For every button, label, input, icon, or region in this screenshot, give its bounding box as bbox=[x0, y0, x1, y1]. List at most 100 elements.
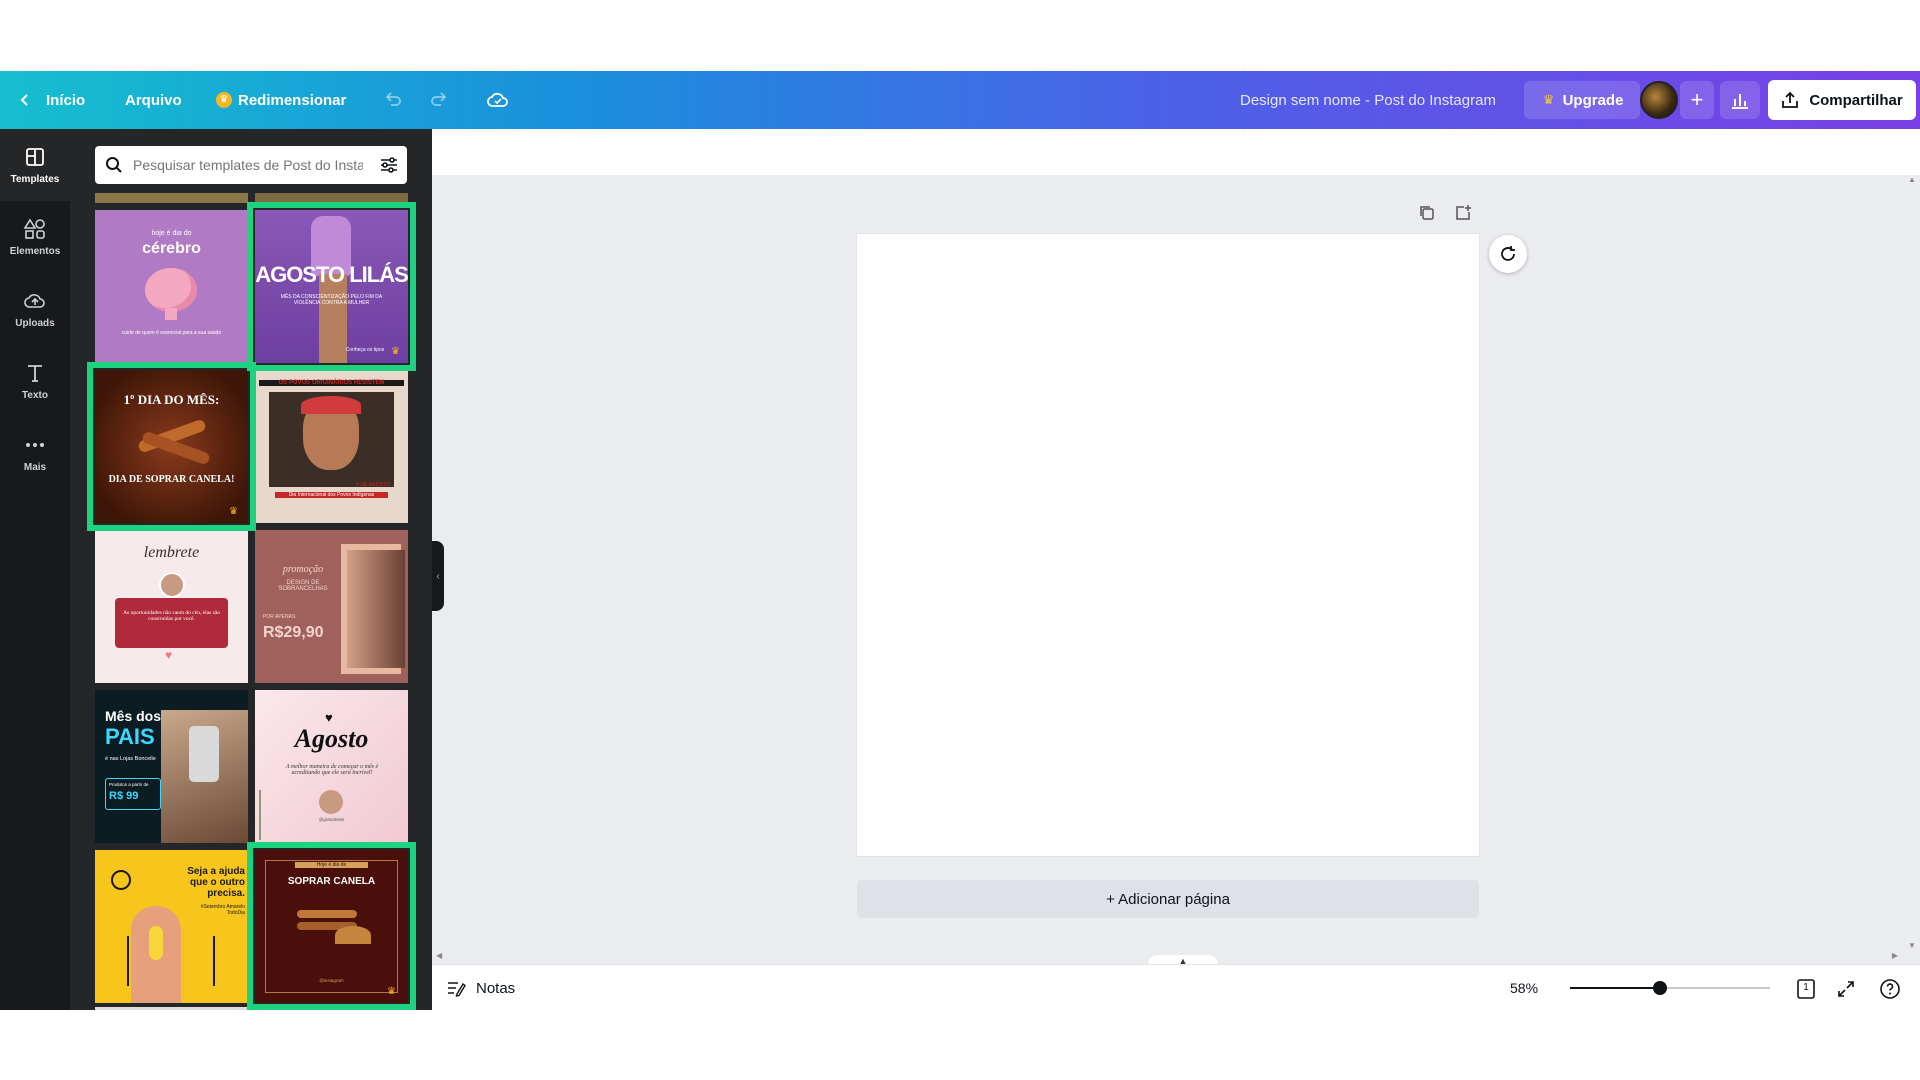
home-button[interactable]: Início bbox=[18, 71, 85, 129]
chevron-left-icon bbox=[18, 93, 32, 107]
resize-button[interactable]: ♛ Redimensionar bbox=[216, 71, 346, 129]
template-title: PAIS bbox=[105, 724, 155, 749]
undo-icon bbox=[385, 92, 401, 106]
page-count-button[interactable]: 1 bbox=[1794, 977, 1818, 1001]
branch-decoration bbox=[105, 936, 129, 986]
add-page-button[interactable]: + Adicionar página bbox=[857, 880, 1479, 918]
template-tile-cerebro[interactable]: hoje é dia do cérebro cuide de quem é es… bbox=[95, 210, 248, 363]
template-title: 1º DIA DO MÊS: bbox=[123, 392, 220, 407]
rail-item-text[interactable]: Texto bbox=[0, 345, 70, 417]
zoom-slider-handle[interactable] bbox=[1653, 981, 1667, 995]
home-label: Início bbox=[46, 91, 86, 109]
top-bar: Início Arquivo ♛ Redimensionar Design se… bbox=[0, 71, 1920, 129]
filter-icon[interactable] bbox=[379, 155, 399, 180]
avatar[interactable] bbox=[1640, 81, 1678, 119]
add-page-icon-button[interactable] bbox=[1454, 204, 1472, 227]
template-tile-lembrete[interactable]: lembrete As oportunidades não caem do cé… bbox=[95, 530, 248, 683]
duplicate-icon bbox=[1420, 206, 1434, 220]
template-subtitle: #Setembro Amarelo TodoDia bbox=[200, 904, 245, 916]
help-button[interactable] bbox=[1878, 977, 1902, 1001]
rail-label: Mais bbox=[23, 461, 47, 473]
cloud-check-icon bbox=[487, 92, 508, 107]
template-tile-soprar-canela[interactable]: Hoje é dia de SOPRAR CANELA @instagram ♛ bbox=[255, 850, 408, 1003]
duplicate-page-button[interactable] bbox=[1418, 204, 1436, 227]
avatar bbox=[159, 572, 185, 598]
rail-item-uploads[interactable]: Uploads bbox=[0, 273, 70, 345]
template-subtitle: DESIGN DE SOBRANCELHAS bbox=[278, 580, 328, 592]
template-tile-agosto-lilas[interactable]: AGOSTO LILÁS MÊS DA CONSCIENTIZAÇÃO PELO… bbox=[255, 210, 408, 363]
templates-panel: hoje é dia do cérebro cuide de quem é es… bbox=[70, 129, 432, 1010]
share-button[interactable]: Compartilhar bbox=[1768, 80, 1916, 120]
design-page[interactable] bbox=[857, 234, 1479, 856]
avatar bbox=[319, 790, 343, 814]
template-tile-partial[interactable] bbox=[95, 193, 248, 203]
template-footer: Dia Internacional dos Povos Indígenas bbox=[275, 492, 388, 498]
template-title: promoção bbox=[282, 564, 324, 575]
insights-button[interactable] bbox=[1720, 81, 1760, 119]
brain-illustration bbox=[145, 268, 197, 312]
template-tile-partial[interactable] bbox=[255, 1007, 408, 1010]
cloud-save-button[interactable] bbox=[486, 71, 510, 129]
file-label: Arquivo bbox=[125, 91, 182, 109]
file-menu-button[interactable]: Arquivo bbox=[125, 71, 182, 129]
plus-icon: + bbox=[1690, 87, 1704, 112]
comment-refresh-button[interactable] bbox=[1489, 235, 1527, 273]
message-card bbox=[115, 598, 228, 648]
share-label: Compartilhar bbox=[1809, 91, 1903, 109]
template-tile-povos[interactable]: OS POVOS ORIGINÁRIOS RESISTEM 9 DE AGOST… bbox=[255, 370, 408, 523]
template-footer: @instagram bbox=[319, 978, 344, 983]
notes-label: Notas bbox=[476, 979, 516, 997]
invite-plus-button[interactable]: + bbox=[1680, 81, 1714, 119]
template-body: A melhor maneira de começar o mês é acre… bbox=[285, 764, 379, 776]
template-footer: Conheça os tipos bbox=[345, 347, 385, 353]
fullscreen-button[interactable] bbox=[1834, 977, 1858, 1001]
bar-chart-icon bbox=[1732, 94, 1748, 109]
cinnamon-stick bbox=[297, 910, 357, 918]
template-search-input[interactable] bbox=[133, 157, 363, 173]
resize-label: Redimensionar bbox=[238, 91, 347, 109]
template-title: cérebro bbox=[142, 240, 201, 257]
template-tile-partial[interactable] bbox=[95, 1007, 248, 1010]
zoom-level[interactable]: 58% bbox=[1510, 965, 1538, 1010]
redo-button[interactable] bbox=[428, 71, 450, 129]
template-tile-partial[interactable] bbox=[255, 193, 408, 203]
collapse-panel-button[interactable]: ‹ bbox=[432, 541, 444, 611]
shapes-icon bbox=[23, 217, 45, 239]
chevron-left-icon: ‹ bbox=[436, 570, 440, 582]
bottom-bar: Notas 58% 1 bbox=[432, 964, 1920, 1010]
phone-illustration bbox=[189, 726, 219, 782]
search-icon bbox=[106, 157, 122, 173]
vertical-scrollbar[interactable]: ▲ ▼ bbox=[1902, 175, 1920, 950]
template-tile-promocao[interactable]: promoção DESIGN DE SOBRANCELHAS POR APEN… bbox=[255, 530, 408, 683]
design-title[interactable]: Design sem nome - Post do Instagram bbox=[1240, 71, 1496, 129]
template-title: Mês dos bbox=[105, 708, 162, 724]
portrait-face bbox=[347, 550, 405, 668]
template-tile-agosto[interactable]: ♥ Agosto A melhor maneira de começar o m… bbox=[255, 690, 408, 843]
ribbon-badge-icon bbox=[111, 870, 131, 890]
notes-button[interactable]: Notas bbox=[446, 965, 515, 1010]
template-title: lembrete bbox=[143, 544, 200, 561]
rail-item-elements[interactable]: Elementos bbox=[0, 201, 70, 273]
canvas-toolbar bbox=[432, 129, 1920, 175]
crown-icon: ♛ bbox=[387, 986, 396, 997]
rail-item-templates[interactable]: Templates bbox=[0, 129, 70, 201]
template-price: R$29,90 bbox=[263, 624, 324, 641]
template-price: R$ 99 bbox=[109, 790, 139, 802]
template-tile-pais[interactable]: Mês dos PAIS é nas Lojas Boncelle Produt… bbox=[95, 690, 248, 843]
template-search-box[interactable] bbox=[95, 146, 407, 184]
add-page-icon bbox=[1456, 205, 1471, 220]
undo-button[interactable] bbox=[382, 71, 404, 129]
scroll-left-icon: ◀ bbox=[436, 951, 443, 960]
share-upload-icon bbox=[1782, 91, 1799, 108]
upgrade-button[interactable]: ♛ Upgrade bbox=[1524, 81, 1640, 119]
help-icon bbox=[1880, 979, 1900, 999]
template-tile-setembro[interactable]: Seja a ajuda que o outro precisa. #Setem… bbox=[95, 850, 248, 1003]
template-tile-canela[interactable]: 1º DIA DO MÊS: DIA DE SOPRAR CANELA! ♛ bbox=[95, 370, 248, 523]
rail-item-more[interactable]: Mais bbox=[0, 417, 70, 489]
rail-label: Templates bbox=[10, 173, 60, 185]
template-title: Agosto bbox=[294, 724, 369, 753]
template-subtitle: DIA DE SOPRAR CANELA! bbox=[108, 474, 235, 485]
heart-icon: ♥ bbox=[165, 648, 173, 662]
zoom-slider[interactable] bbox=[1570, 981, 1770, 995]
scroll-up-icon: ▲ bbox=[1908, 175, 1916, 184]
